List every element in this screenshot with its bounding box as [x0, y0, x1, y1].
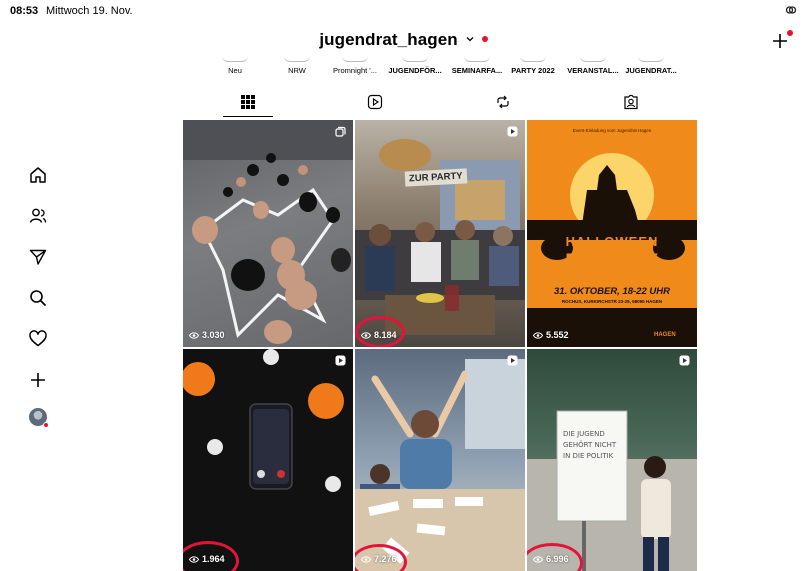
poster-title-halloween: HALLOWEEN	[565, 234, 659, 249]
highlight-nrw[interactable]: NRW	[280, 56, 314, 75]
eye-icon	[533, 331, 543, 339]
highlight-ring	[520, 56, 546, 62]
highlight-seminarfahrt[interactable]: SEMINARFA...	[448, 56, 506, 75]
chevron-down-icon[interactable]	[466, 35, 474, 43]
post-image-phone	[183, 349, 344, 492]
reel-icon	[507, 355, 518, 366]
post-tile-1[interactable]: 3.030	[183, 120, 353, 347]
status-date: Mittwoch 19. Nov.	[46, 5, 133, 17]
post-image-sofa-group	[355, 139, 525, 335]
highlight-party-2022[interactable]: PARTY 2022	[508, 56, 558, 75]
reel-icon	[507, 126, 518, 137]
highlight-jugendfoerderung[interactable]: JUGENDFÖR...	[386, 56, 444, 75]
reel-icon	[679, 355, 690, 366]
highlight-label: PARTY 2022	[511, 66, 555, 75]
active-tab-indicator	[223, 116, 273, 117]
highlight-label: Promnight '...	[333, 66, 377, 75]
username-switcher[interactable]: jugendrat_hagen	[0, 30, 807, 50]
highlight-label: JUGENDRAT...	[625, 66, 677, 75]
post-image-balloons	[183, 120, 353, 344]
tab-posts-grid[interactable]	[240, 94, 256, 110]
highlight-neu[interactable]: Neu	[218, 56, 252, 75]
heart-icon[interactable]	[28, 329, 48, 349]
highlight-ring	[638, 56, 664, 62]
link-icon	[785, 6, 797, 14]
send-icon[interactable]	[28, 247, 48, 267]
home-icon[interactable]	[28, 165, 48, 185]
flipchart-text: DIE JUGEND GEHÖRT NICHT IN DIE POLITIK	[563, 430, 617, 460]
highlight-label: JUGENDFÖR...	[388, 66, 442, 75]
view-count: 5.552	[533, 330, 569, 340]
view-count-value: 3.030	[202, 330, 225, 340]
view-count: 3.030	[189, 330, 225, 340]
highlight-veranstaltungen[interactable]: VERANSTAL...	[564, 56, 622, 75]
poster-title-party: PARTY	[564, 248, 660, 278]
profile-username[interactable]: jugendrat_hagen	[319, 30, 457, 49]
highlight-label: VERANSTAL...	[567, 66, 619, 75]
profiles-icon[interactable]	[28, 206, 48, 226]
create-icon[interactable]	[28, 370, 48, 390]
highlight-ring	[580, 56, 606, 62]
highlight-circle-annotation	[355, 316, 405, 347]
view-count-value: 5.552	[546, 330, 569, 340]
poster-date: 31. OKTOBER, 18-22 UHR	[554, 286, 670, 297]
post-image-cheering	[355, 359, 525, 571]
highlight-label: NRW	[288, 66, 306, 75]
eye-icon	[189, 331, 199, 339]
profile-header: jugendrat_hagen	[0, 28, 807, 56]
story-highlights: Neu NRW Promnight '... JUGENDFÖR... SEMI…	[200, 56, 680, 80]
post-grid: 3.030 ZUR PARTY 8.184 Event-Einladung vo…	[183, 120, 697, 571]
highlight-jugendrat[interactable]: JUGENDRAT...	[622, 56, 680, 75]
tab-reels[interactable]	[367, 94, 383, 110]
status-bar: 08:53 Mittwoch 19. Nov.	[0, 0, 807, 22]
status-time: 08:53	[10, 5, 39, 17]
post-tile-4[interactable]: 1.964	[183, 349, 353, 571]
highlight-ring	[402, 56, 428, 62]
search-icon[interactable]	[28, 288, 48, 308]
highlight-ring	[342, 56, 368, 62]
create-post-button[interactable]	[771, 32, 789, 50]
highlight-label: SEMINARFA...	[451, 66, 503, 75]
reel-icon	[335, 355, 346, 366]
highlight-ring	[284, 56, 310, 62]
poster-logo-hagen: HAGEN	[654, 332, 676, 338]
post-tile-5[interactable]: 7.276	[355, 349, 525, 571]
left-navigation	[28, 160, 52, 440]
poster-place: ROCHUS, KURKIRCHSTR 23-25, 58095 HAGEN	[561, 299, 663, 304]
avatar-notification-dot	[43, 422, 49, 428]
notification-dot	[481, 36, 488, 42]
carousel-icon	[335, 126, 346, 137]
post-tile-2[interactable]: ZUR PARTY 8.184	[355, 120, 525, 347]
profile-tabs	[183, 90, 696, 118]
tab-reposts[interactable]	[495, 94, 511, 110]
highlight-ring	[222, 56, 248, 62]
highlight-label: Neu	[228, 66, 242, 75]
highlight-ring	[464, 56, 490, 62]
post-tile-3[interactable]: Event-Einladung vom Jugendrat Hagen HALL…	[527, 120, 697, 347]
post-overlay-text: ZUR PARTY	[404, 168, 468, 187]
poster-intro: Event-Einladung vom Jugendrat Hagen	[572, 128, 652, 133]
tab-tagged[interactable]	[623, 94, 639, 110]
post-tile-6[interactable]: DIE JUGEND GEHÖRT NICHT IN DIE POLITIK 6…	[527, 349, 697, 571]
create-notification-dot	[787, 30, 793, 36]
highlight-promnight[interactable]: Promnight '...	[325, 56, 385, 75]
